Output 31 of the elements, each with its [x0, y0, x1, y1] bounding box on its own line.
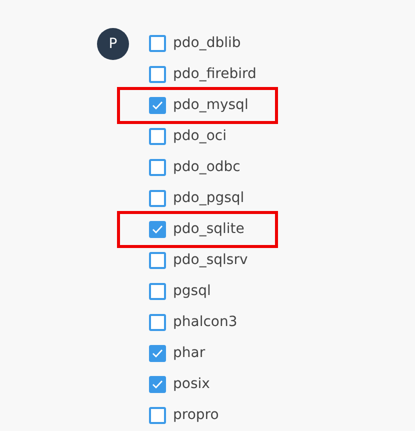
checkbox[interactable] — [149, 376, 166, 393]
checkbox[interactable] — [149, 314, 166, 331]
extension-label: pdo_dblib — [173, 34, 241, 53]
checkbox[interactable] — [149, 35, 166, 52]
extension-label: pdo_pgsql — [173, 189, 244, 208]
checkmark-icon — [152, 101, 163, 110]
extension-label: propro — [173, 406, 219, 425]
extension-label: pdo_mysql — [173, 96, 248, 115]
checkbox[interactable] — [149, 345, 166, 362]
checkbox[interactable] — [149, 190, 166, 207]
checkbox[interactable] — [149, 97, 166, 114]
extension-label: pdo_firebird — [173, 65, 256, 84]
checkbox[interactable] — [149, 128, 166, 145]
checkbox[interactable] — [149, 252, 166, 269]
checkbox[interactable] — [149, 283, 166, 300]
checkbox[interactable] — [149, 407, 166, 424]
checkmark-icon — [152, 225, 163, 234]
extension-label: pdo_oci — [173, 127, 226, 146]
checkbox[interactable] — [149, 221, 166, 238]
checkmark-icon — [152, 380, 163, 389]
checkmark-icon — [152, 349, 163, 358]
checkbox[interactable] — [149, 159, 166, 176]
extension-label: posix — [173, 375, 210, 394]
extension-label: phalcon3 — [173, 313, 238, 332]
checkbox[interactable] — [149, 66, 166, 83]
extension-label: pdo_odbc — [173, 158, 240, 177]
extension-label: phar — [173, 344, 206, 363]
avatar: P — [97, 28, 129, 60]
extension-label: pdo_sqlsrv — [173, 251, 248, 270]
extension-label: pgsql — [173, 282, 211, 301]
extension-label: pdo_sqlite — [173, 220, 244, 239]
